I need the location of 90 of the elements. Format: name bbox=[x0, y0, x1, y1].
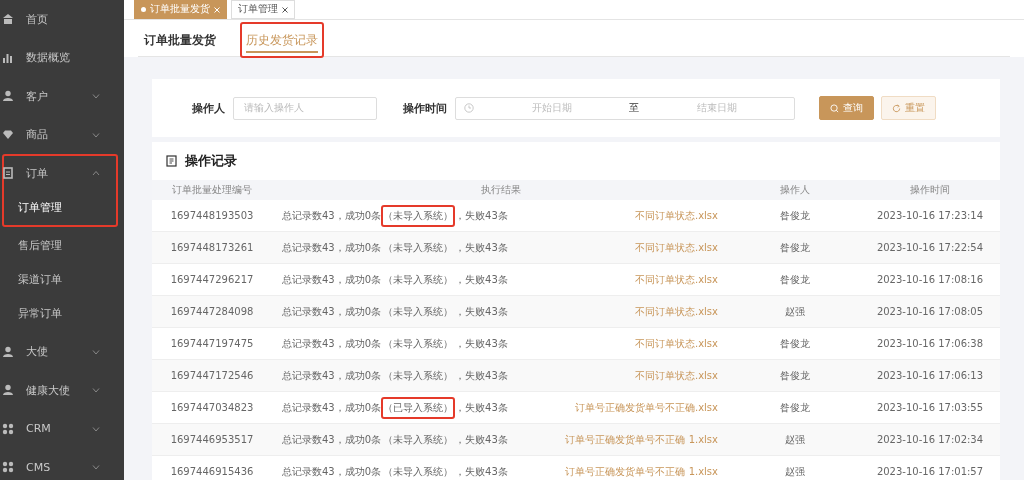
sidebar-subitem[interactable]: 订单管理 bbox=[4, 190, 116, 225]
grid-icon bbox=[2, 461, 14, 474]
result-failed: ，失败43条 bbox=[455, 464, 508, 479]
table-cell-text: 2023-10-16 17:06:38 bbox=[875, 338, 985, 349]
table-cell-text: 2023-10-16 17:01:57 bbox=[875, 466, 985, 477]
close-icon[interactable] bbox=[282, 6, 288, 13]
sidebar-item[interactable]: CRM bbox=[4, 411, 116, 446]
import-status: （未导入系统） bbox=[381, 204, 456, 227]
sidebar-item[interactable]: 健康大使 bbox=[4, 373, 116, 408]
result-summary: 总记录数43，成功0条 bbox=[282, 240, 382, 255]
result-summary: 总记录数43，成功0条 bbox=[282, 304, 382, 319]
table-cell-text: 1697446953517 bbox=[169, 434, 255, 445]
person-icon bbox=[2, 345, 14, 358]
result-summary: 总记录数43，成功0条 bbox=[282, 208, 382, 223]
table-cell-text: 昝俊龙 bbox=[779, 336, 811, 351]
result-failed: ，失败43条 bbox=[455, 400, 508, 415]
import-status: （未导入系统） bbox=[382, 240, 455, 255]
table-cell-text: 昝俊龙 bbox=[779, 208, 811, 223]
sidebar-subitem[interactable]: 渠道订单 bbox=[4, 262, 116, 297]
column-header: 操作人 bbox=[779, 183, 811, 197]
person-icon bbox=[2, 384, 14, 397]
sidebar-item[interactable]: 大使 bbox=[4, 334, 116, 369]
import-status: （未导入系统） bbox=[382, 432, 455, 447]
search-icon bbox=[830, 103, 839, 113]
result-failed: ，失败43条 bbox=[455, 336, 508, 351]
result-failed: ，失败43条 bbox=[455, 368, 508, 383]
diamond-icon bbox=[2, 128, 14, 141]
result-failed: ，失败43条 bbox=[455, 272, 508, 287]
document-icon bbox=[2, 167, 14, 180]
column-header: 执行结果 bbox=[480, 183, 522, 197]
bar-chart-icon bbox=[2, 51, 14, 64]
bank-icon bbox=[2, 13, 14, 26]
import-status: （未导入系统） bbox=[382, 464, 455, 479]
document-icon bbox=[166, 155, 177, 167]
import-status: （未导入系统） bbox=[382, 304, 455, 319]
table-cell-text: 昝俊龙 bbox=[779, 272, 811, 287]
result-failed: ，失败43条 bbox=[455, 432, 508, 447]
sidebar-item[interactable]: 数据概览 bbox=[4, 40, 116, 75]
import-status: （已导入系统） bbox=[381, 396, 456, 419]
table-cell-text: 赵强 bbox=[784, 432, 806, 447]
import-status: （未导入系统） bbox=[382, 368, 455, 383]
result-summary: 总记录数43，成功0条 bbox=[282, 272, 382, 287]
sidebar-item[interactable]: 商品 bbox=[4, 117, 116, 152]
table-cell-text: 2023-10-16 17:08:16 bbox=[875, 274, 985, 285]
result-summary: 总记录数43，成功0条 bbox=[282, 464, 382, 479]
refresh-icon bbox=[892, 103, 901, 113]
sidebar-item[interactable]: 首页 bbox=[4, 2, 116, 37]
column-header: 订单批量处理编号 bbox=[171, 183, 253, 197]
column-header: 操作时间 bbox=[909, 183, 951, 197]
result-summary: 总记录数43，成功0条 bbox=[282, 432, 382, 447]
table-cell-text: 昝俊龙 bbox=[779, 240, 811, 255]
time-label: 操作时间 bbox=[403, 100, 447, 116]
result-failed: ，失败43条 bbox=[455, 304, 508, 319]
sidebar-item[interactable]: 客户 bbox=[4, 79, 116, 114]
table-cell-text: 2023-10-16 17:03:55 bbox=[875, 402, 985, 413]
person-icon bbox=[2, 90, 14, 103]
table-cell-text: 1697447172546 bbox=[169, 370, 255, 381]
result-summary: 总记录数43，成功0条 bbox=[282, 400, 382, 415]
page-tab[interactable]: 订单批量发货 bbox=[138, 22, 222, 58]
table-cell-text: 昝俊龙 bbox=[779, 400, 811, 415]
operator-label: 操作人 bbox=[192, 100, 225, 116]
table-cell-text: 2023-10-16 17:08:05 bbox=[875, 306, 985, 317]
grid-icon bbox=[2, 422, 14, 435]
table-cell-text: 2023-10-16 17:06:13 bbox=[875, 370, 985, 381]
result-summary: 总记录数43，成功0条 bbox=[282, 336, 382, 351]
sidebar-subitem[interactable]: 异常订单 bbox=[4, 296, 116, 331]
sidebar-subitem[interactable]: 售后管理 bbox=[4, 228, 116, 263]
result-failed: ，失败43条 bbox=[455, 208, 508, 223]
table-cell-text: 赵强 bbox=[784, 464, 806, 479]
table-cell-text: 1697448193503 bbox=[169, 210, 255, 221]
open-tab[interactable]: 订单管理 bbox=[231, 0, 295, 19]
sidebar-item[interactable]: 订单 bbox=[4, 156, 116, 191]
table-cell-text: 1697446915436 bbox=[169, 466, 255, 477]
import-status: （未导入系统） bbox=[382, 336, 455, 351]
table-cell-text: 2023-10-16 17:02:34 bbox=[875, 434, 985, 445]
table-cell-text: 赵强 bbox=[784, 304, 806, 319]
section-title: 操作记录 bbox=[185, 152, 237, 170]
table-cell-text: 1697447284098 bbox=[169, 306, 255, 317]
table-cell-text: 2023-10-16 17:23:14 bbox=[875, 210, 985, 221]
sidebar-item[interactable]: CMS bbox=[4, 450, 116, 480]
table-cell-text: 1697448173261 bbox=[169, 242, 255, 253]
table-cell-text: 昝俊龙 bbox=[779, 368, 811, 383]
table-cell-text: 2023-10-16 17:22:54 bbox=[875, 242, 985, 253]
import-status: （未导入系统） bbox=[382, 272, 455, 287]
result-summary: 总记录数43，成功0条 bbox=[282, 368, 382, 383]
clock-icon bbox=[464, 103, 474, 113]
table-cell-text: 1697447197475 bbox=[169, 338, 255, 349]
table-cell-text: 1697447034823 bbox=[169, 402, 255, 413]
table-cell-text: 1697447296217 bbox=[169, 274, 255, 285]
result-failed: ，失败43条 bbox=[455, 240, 508, 255]
